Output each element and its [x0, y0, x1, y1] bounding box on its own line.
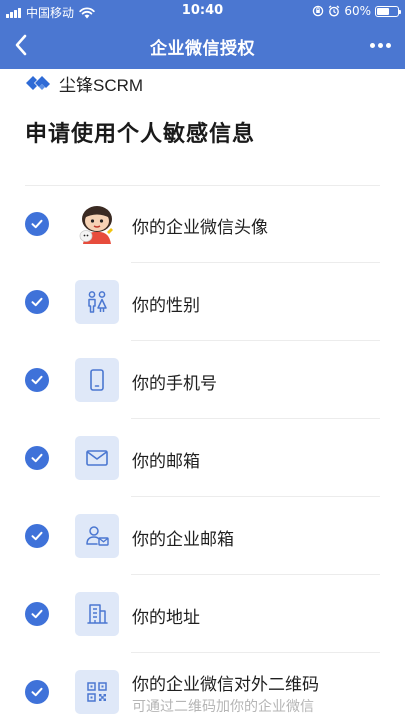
- status-right: 60%: [312, 4, 401, 18]
- check-icon[interactable]: [25, 680, 49, 704]
- gender-icon: [75, 280, 119, 324]
- brand: 尘锋SCRM: [25, 72, 144, 95]
- building-icon: [75, 592, 119, 636]
- more-button[interactable]: [365, 32, 395, 58]
- permission-item-phone[interactable]: 你的手机号: [0, 341, 405, 419]
- permission-item-avatar[interactable]: 你的企业微信头像: [0, 185, 405, 263]
- page-title: 申请使用个人敏感信息: [25, 122, 256, 147]
- check-icon[interactable]: [25, 212, 49, 236]
- permission-label: 你的手机号: [132, 374, 217, 394]
- check-icon[interactable]: [25, 290, 49, 314]
- mail-icon: [75, 436, 119, 480]
- battery-percent: 60%: [344, 4, 371, 18]
- more-dot-icon: [385, 42, 391, 48]
- permission-label: 你的企业邮箱: [132, 530, 234, 550]
- brand-logo-icon: [26, 76, 50, 90]
- check-icon[interactable]: [25, 524, 49, 548]
- permission-item-qrcode[interactable]: 你的企业微信对外二维码 可通过二维码加你的企业微信: [0, 653, 405, 720]
- permission-item-enterprise-email[interactable]: 你的企业邮箱: [0, 497, 405, 575]
- permission-label: 你的性别: [132, 296, 200, 316]
- check-icon[interactable]: [25, 368, 49, 392]
- battery-icon: [375, 5, 401, 17]
- permission-label: 你的企业微信头像: [132, 218, 268, 238]
- orientation-lock-icon: [313, 5, 324, 17]
- permission-item-email[interactable]: 你的邮箱: [0, 419, 405, 497]
- qrcode-icon: [75, 670, 119, 714]
- alarm-icon: [329, 5, 340, 17]
- avatar-image: [79, 206, 113, 244]
- permission-item-address[interactable]: 你的地址: [0, 575, 405, 653]
- permission-item-gender[interactable]: 你的性别: [0, 263, 405, 341]
- phone-icon: [75, 358, 119, 402]
- status-bar: 中国移动 10:40 60%: [0, 0, 405, 22]
- permission-label: 你的地址: [132, 608, 200, 628]
- check-icon[interactable]: [25, 602, 49, 626]
- battery-fill: [377, 7, 389, 15]
- nav-title: 企业微信授权: [150, 39, 255, 59]
- more-dot-icon: [377, 42, 383, 48]
- nav-bar: 企业微信授权: [0, 22, 405, 69]
- check-icon[interactable]: [25, 446, 49, 470]
- more-dot-icon: [369, 42, 375, 48]
- permission-label: 你的邮箱: [132, 452, 200, 472]
- permission-sublabel: 可通过二维码加你的企业微信: [132, 699, 314, 715]
- enterprise-mail-icon: [75, 514, 119, 558]
- permission-list: 你的企业微信头像 你的性别 你的手机号 你的邮箱 你的企业邮箱 你的地址 你的企…: [0, 185, 405, 720]
- brand-name: 尘锋SCRM: [59, 75, 144, 95]
- permission-label: 你的企业微信对外二维码: [132, 675, 319, 695]
